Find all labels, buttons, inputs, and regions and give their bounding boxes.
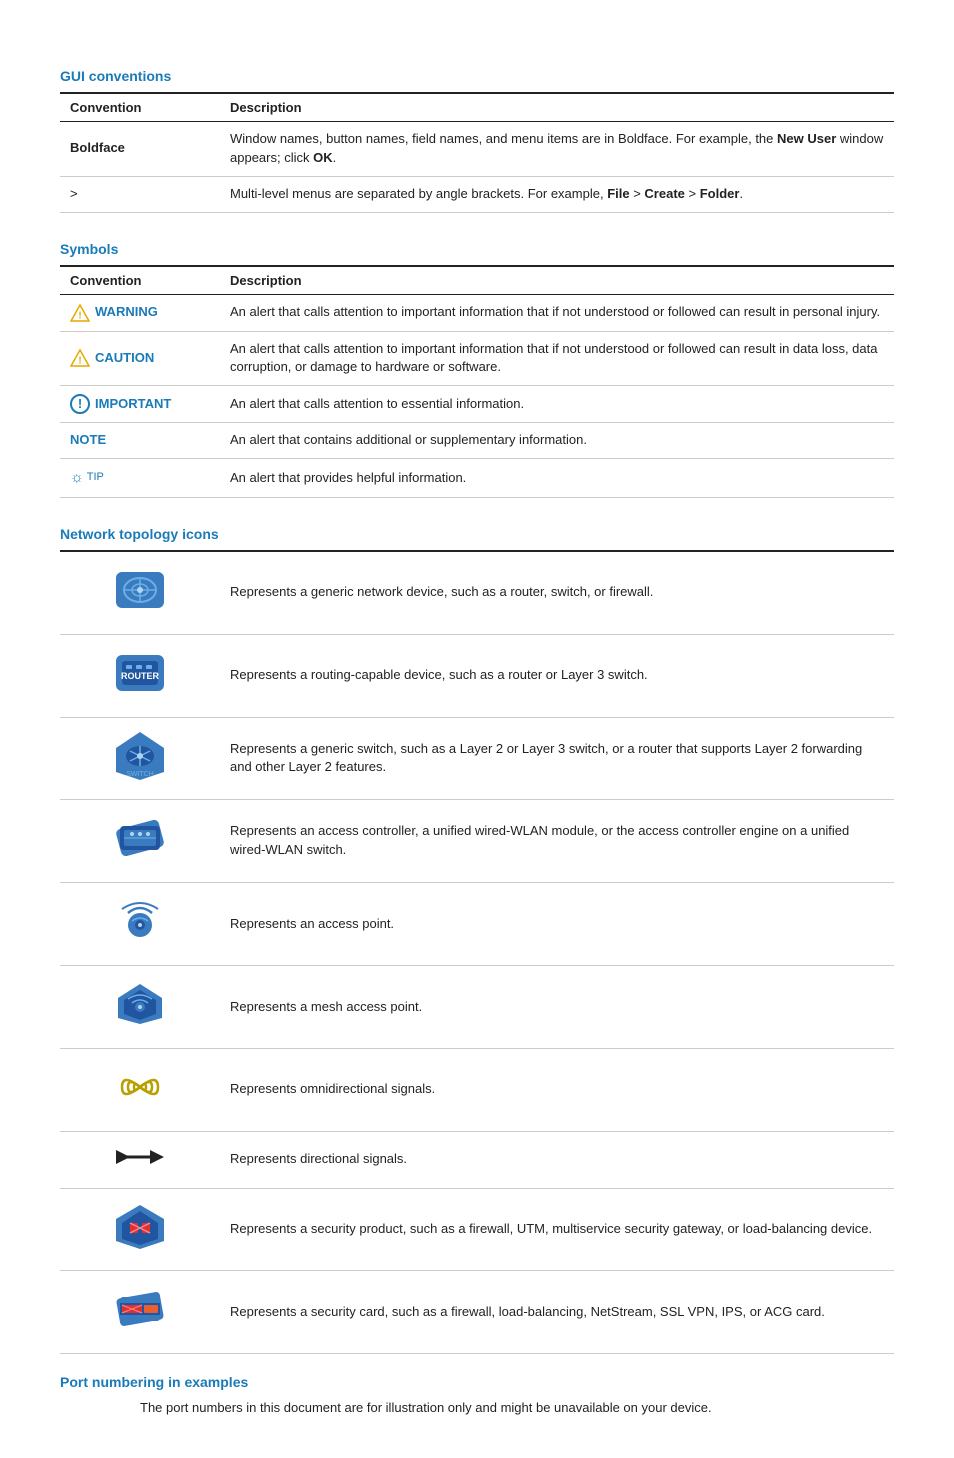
table-row: SWITCH Represents a generic switch, such… xyxy=(60,717,894,800)
symbols-title: Symbols xyxy=(60,241,894,257)
access-controller-icon xyxy=(112,810,168,866)
network-icon-cell xyxy=(60,551,220,634)
generic-device-desc: Represents a generic network device, suc… xyxy=(220,551,894,634)
symbol-convention-note: NOTE xyxy=(60,423,220,459)
gui-conventions-title: GUI conventions xyxy=(60,68,894,84)
network-icon-cell: SWITCH xyxy=(60,717,220,800)
tip-text: TIP xyxy=(87,470,104,486)
table-row: Represents directional signals. xyxy=(60,1131,894,1188)
note-text: NOTE xyxy=(70,432,106,447)
sym-col2: Description xyxy=(220,266,894,295)
omni-signal-desc: Represents omnidirectional signals. xyxy=(220,1048,894,1131)
description-cell: Multi-level menus are separated by angle… xyxy=(220,176,894,212)
port-numbering-title: Port numbering in examples xyxy=(60,1374,894,1390)
svg-text:!: ! xyxy=(78,356,81,367)
network-icon-cell xyxy=(60,1188,220,1271)
svg-text:SWITCH: SWITCH xyxy=(126,771,154,778)
symbol-convention-important: ! IMPORTANT xyxy=(60,386,220,423)
symbols-table: Convention Description ! WARNING An aler… xyxy=(60,265,894,498)
gui-conventions-table: Convention Description Boldface Window n… xyxy=(60,92,894,213)
security-product-desc: Represents a security product, such as a… xyxy=(220,1188,894,1271)
description-cell: Window names, button names, field names,… xyxy=(220,122,894,177)
symbol-convention-warning: ! WARNING xyxy=(60,294,220,331)
mesh-access-point-desc: Represents a mesh access point. xyxy=(220,966,894,1049)
generic-device-icon xyxy=(112,562,168,618)
warning-text: WARNING xyxy=(95,303,158,322)
table-row: ! WARNING An alert that calls attention … xyxy=(60,294,894,331)
table-row: ! IMPORTANT An alert that calls attentio… xyxy=(60,386,894,423)
network-icon-cell xyxy=(60,966,220,1049)
directional-signal-desc: Represents directional signals. xyxy=(220,1131,894,1188)
tip-description: An alert that provides helpful informati… xyxy=(220,459,894,498)
table-row: ☼ TIP An alert that provides helpful inf… xyxy=(60,459,894,498)
router-icon: ROUTER xyxy=(112,645,168,701)
network-icon-cell: ROUTER xyxy=(60,634,220,717)
caution-text: CAUTION xyxy=(95,349,154,368)
network-topology-title: Network topology icons xyxy=(60,526,894,542)
important-icon: ! xyxy=(70,394,90,414)
warning-description: An alert that calls attention to importa… xyxy=(220,294,894,331)
network-icon-cell xyxy=(60,1048,220,1131)
access-controller-desc: Represents an access controller, a unifi… xyxy=(220,800,894,883)
access-point-icon xyxy=(112,893,168,949)
switch-desc: Represents a generic switch, such as a L… xyxy=(220,717,894,800)
switch-icon: SWITCH xyxy=(112,728,168,784)
svg-text:ROUTER: ROUTER xyxy=(121,671,160,681)
symbol-convention-caution: ! CAUTION xyxy=(60,331,220,386)
table-row: Represents a security product, such as a… xyxy=(60,1188,894,1271)
mesh-access-point-icon xyxy=(112,976,168,1032)
gui-conv-col1: Convention xyxy=(60,93,220,122)
directional-signal-icon xyxy=(112,1142,168,1172)
gui-conv-col2: Description xyxy=(220,93,894,122)
convention-cell: Boldface xyxy=(60,122,220,177)
router-desc: Represents a routing-capable device, suc… xyxy=(220,634,894,717)
table-row: Boldface Window names, button names, fie… xyxy=(60,122,894,177)
table-row: Represents a mesh access point. xyxy=(60,966,894,1049)
table-row: Represents an access point. xyxy=(60,883,894,966)
security-card-desc: Represents a security card, such as a fi… xyxy=(220,1271,894,1354)
table-row: Represents a security card, such as a fi… xyxy=(60,1271,894,1354)
security-card-icon xyxy=(112,1281,168,1337)
omni-signal-icon xyxy=(112,1059,168,1115)
important-label: ! IMPORTANT xyxy=(70,394,210,414)
table-row: > Multi-level menus are separated by ang… xyxy=(60,176,894,212)
table-row: ROUTER Represents a routing-capable devi… xyxy=(60,634,894,717)
network-icon-cell xyxy=(60,1271,220,1354)
table-row: Represents a generic network device, suc… xyxy=(60,551,894,634)
table-row: ! CAUTION An alert that calls attention … xyxy=(60,331,894,386)
table-row: NOTE An alert that contains additional o… xyxy=(60,423,894,459)
caution-icon: ! xyxy=(70,348,90,368)
caution-label: ! CAUTION xyxy=(70,348,210,368)
important-text: IMPORTANT xyxy=(95,395,171,414)
network-topology-table: Represents a generic network device, suc… xyxy=(60,550,894,1354)
port-numbering-description: The port numbers in this document are fo… xyxy=(140,1398,894,1418)
access-point-desc: Represents an access point. xyxy=(220,883,894,966)
note-description: An alert that contains additional or sup… xyxy=(220,423,894,459)
network-icon-cell xyxy=(60,1131,220,1188)
network-icon-cell xyxy=(60,800,220,883)
table-row: Represents omnidirectional signals. xyxy=(60,1048,894,1131)
tip-label: ☼ TIP xyxy=(70,467,104,489)
sym-col1: Convention xyxy=(60,266,220,295)
security-product-icon xyxy=(112,1199,168,1255)
warning-icon: ! xyxy=(70,303,90,323)
table-row: Represents an access controller, a unifi… xyxy=(60,800,894,883)
caution-description: An alert that calls attention to importa… xyxy=(220,331,894,386)
tip-icon: ☼ xyxy=(70,467,84,489)
warning-label: ! WARNING xyxy=(70,303,210,323)
symbol-convention-tip: ☼ TIP xyxy=(60,459,220,498)
svg-text:!: ! xyxy=(78,310,81,321)
convention-cell: > xyxy=(60,176,220,212)
important-description: An alert that calls attention to essenti… xyxy=(220,386,894,423)
network-icon-cell xyxy=(60,883,220,966)
